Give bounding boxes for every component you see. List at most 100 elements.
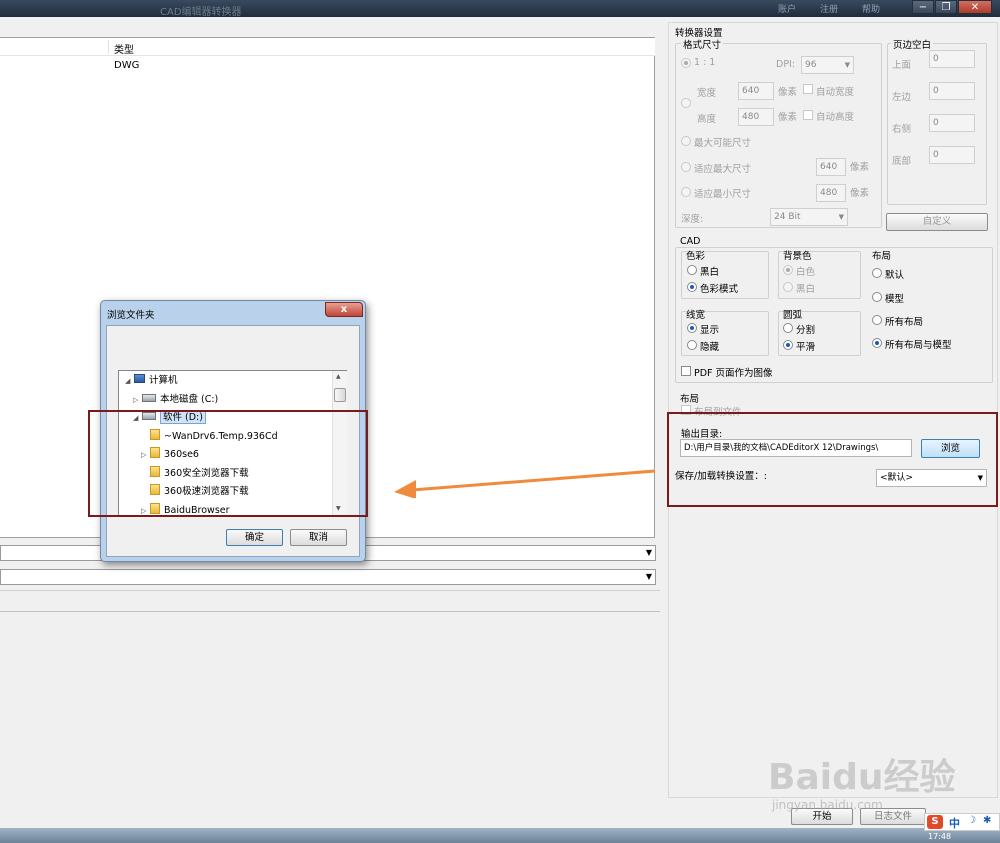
file-type-cell[interactable]: DWG <box>114 60 139 71</box>
pdf-as-image-label: PDF 页面作为图像 <box>694 368 773 379</box>
ratio-label: 1 : 1 <box>694 57 716 68</box>
divider <box>0 611 660 612</box>
depth-select[interactable]: 24 Bit ▼ <box>770 208 848 226</box>
fit-max-input[interactable]: 640 <box>816 158 846 176</box>
scroll-up-icon[interactable]: ▲ <box>336 373 341 380</box>
column-divider[interactable] <box>108 40 109 54</box>
arc-split-radio[interactable] <box>783 323 793 333</box>
layout-section-title: 布局 <box>680 394 700 405</box>
margin-bottom-label: 底部 <box>892 156 912 167</box>
tree-node-label: 本地磁盘 (C:) <box>160 393 219 405</box>
bg-black-label: 黑白 <box>796 284 816 295</box>
account-link[interactable]: 账户 <box>778 2 796 15</box>
dialog-close-button[interactable]: x <box>325 302 363 317</box>
linewidth-title: 线宽 <box>686 310 706 321</box>
ok-button[interactable]: 确定 <box>226 529 283 546</box>
arc-smooth-label: 平滑 <box>796 342 816 353</box>
clock: 17:48 <box>928 832 952 841</box>
restore-icon: ❐ <box>941 2 951 13</box>
custom-button[interactable]: 自定义 <box>886 213 988 231</box>
arc-split-label: 分割 <box>796 325 816 336</box>
layout-model-label: 模型 <box>885 294 905 305</box>
layout-title: 布局 <box>872 251 892 262</box>
margin-left-input[interactable]: 0 <box>929 82 975 100</box>
chevron-down-icon: ▼ <box>645 548 652 557</box>
title-bar: CAD编辑器转换器 账户 注册 帮助 − ❐ ✕ <box>0 0 1000 18</box>
expander-icon[interactable]: ▷ <box>133 391 142 409</box>
help-link[interactable]: 帮助 <box>862 2 880 15</box>
bg-black-radio[interactable] <box>783 282 793 292</box>
color-mode-label: 色彩模式 <box>700 284 739 295</box>
background-title: 背景色 <box>783 251 812 262</box>
max-possible-radio[interactable] <box>681 136 691 146</box>
fit-min-radio[interactable] <box>681 187 691 197</box>
close-icon: ✕ <box>970 2 980 13</box>
close-icon: x <box>340 304 348 315</box>
tree-node[interactable]: ▷ 本地磁盘 (C:) <box>133 391 218 409</box>
converter-settings-panel: 转换器设置 格式尺寸 1 : 1 DPI: 96 ▼ 宽度 640 像素 自动宽度… <box>668 22 998 798</box>
ime-bar[interactable]: S 中 ☽ ✱ <box>924 813 1000 831</box>
dpi-select[interactable]: 96 ▼ <box>801 56 854 74</box>
color-mode-radio[interactable] <box>687 282 697 292</box>
pixel-label: 像素 <box>850 162 870 173</box>
restore-button[interactable]: ❐ <box>935 0 957 14</box>
auto-height-checkbox[interactable] <box>803 110 813 120</box>
linewidth-show-radio[interactable] <box>687 323 697 333</box>
column-type-header[interactable]: 类型 <box>114 41 134 56</box>
highlight-frame-tree <box>88 410 368 517</box>
layout-all-model-radio[interactable] <box>872 338 882 348</box>
margin-right-input[interactable]: 0 <box>929 114 975 132</box>
height-input[interactable]: 480 <box>738 108 774 126</box>
auto-width-checkbox[interactable] <box>803 84 813 94</box>
dpi-label: DPI: <box>776 59 796 70</box>
chevron-down-icon: ▼ <box>844 61 850 69</box>
bg-white-label: 白色 <box>796 267 816 278</box>
watermark-logo: Baidu经验 <box>768 757 956 798</box>
fit-min-input[interactable]: 480 <box>816 184 846 202</box>
highlight-frame-output <box>667 412 998 507</box>
bg-white-radio[interactable] <box>783 265 793 275</box>
computer-icon <box>134 374 145 383</box>
cad-title: CAD <box>680 236 701 247</box>
scroll-thumb[interactable] <box>334 388 346 402</box>
margin-top-input[interactable]: 0 <box>929 50 975 68</box>
ime-mode[interactable]: 中 <box>949 815 960 831</box>
pixel-label: 像素 <box>778 112 798 123</box>
auto-height-label: 自动高度 <box>816 112 855 123</box>
tree-node[interactable]: ◢ 计算机 <box>125 372 178 390</box>
pointer-arrow <box>394 469 656 498</box>
pixel-label: 像素 <box>850 188 870 199</box>
depth-label: 深度: <box>681 214 704 225</box>
sogou-icon: S <box>927 815 943 829</box>
pdf-as-image-checkbox[interactable] <box>681 366 691 376</box>
cancel-button[interactable]: 取消 <box>290 529 347 546</box>
ratio-radio[interactable] <box>681 58 691 68</box>
margin-left-label: 左边 <box>892 92 912 103</box>
minimize-button[interactable]: − <box>912 0 934 14</box>
custom-size-radio[interactable] <box>681 98 691 108</box>
layout-default-label: 默认 <box>885 270 905 281</box>
arc-title: 圆弧 <box>783 310 803 321</box>
watermark-url: jingyan.baidu.com <box>772 798 883 812</box>
margin-top-label: 上面 <box>892 60 912 71</box>
arc-smooth-radio[interactable] <box>783 340 793 350</box>
max-possible-label: 最大可能尺寸 <box>694 138 752 149</box>
fit-max-radio[interactable] <box>681 162 691 172</box>
layout-model-radio[interactable] <box>872 292 882 302</box>
pixel-label: 像素 <box>778 87 798 98</box>
register-link[interactable]: 注册 <box>820 2 838 15</box>
dropdown-2[interactable]: ▼ <box>0 569 656 585</box>
width-input[interactable]: 640 <box>738 82 774 100</box>
margin-right-label: 右侧 <box>892 124 912 135</box>
chevron-down-icon: ▼ <box>838 213 844 221</box>
expander-icon[interactable]: ◢ <box>125 372 134 390</box>
layout-all-radio[interactable] <box>872 315 882 325</box>
margin-bottom-input[interactable]: 0 <box>929 146 975 164</box>
bw-radio[interactable] <box>687 265 697 275</box>
linewidth-hide-radio[interactable] <box>687 340 697 350</box>
layout-default-radio[interactable] <box>872 268 882 278</box>
fit-min-label: 适应最小尺寸 <box>694 189 752 200</box>
moon-icon: ☽ <box>967 815 976 826</box>
auto-width-label: 自动宽度 <box>816 87 855 98</box>
close-button[interactable]: ✕ <box>958 0 992 14</box>
